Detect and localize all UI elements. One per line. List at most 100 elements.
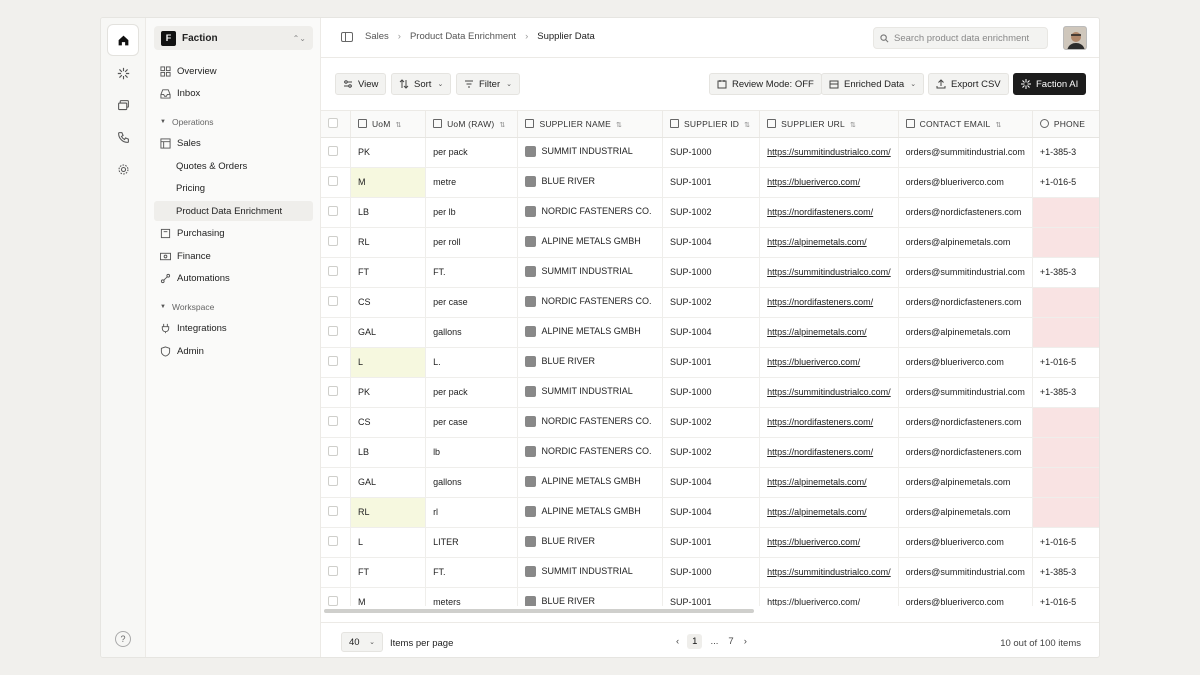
supplier-id-cell[interactable]: SUP-1000 (662, 137, 761, 168)
supplier-id-cell[interactable]: SUP-1000 (662, 557, 761, 588)
sidebar-item-finance[interactable]: Finance (154, 246, 313, 266)
supplier-id-cell[interactable]: SUP-1001 (662, 347, 761, 378)
supplier-name-cell[interactable]: BLUE RIVER (517, 167, 664, 198)
uom-raw-cell[interactable]: LITER (425, 527, 519, 558)
contact-email-cell[interactable]: orders@alpinemetals.com (898, 227, 1033, 258)
table-row[interactable]: PK per pack SUMMIT INDUSTRIAL SUP-1000 https… (321, 137, 1099, 168)
contact-email-cell[interactable]: orders@summitindustrial.com (898, 137, 1033, 168)
supplier-name-cell[interactable]: NORDIC FASTENERS CO. (517, 287, 664, 318)
sidebar-item-automations[interactable]: Automations (154, 268, 313, 288)
uom-raw-cell[interactable]: gallons (425, 467, 519, 498)
phone-cell[interactable] (1032, 437, 1099, 468)
home-icon[interactable] (108, 25, 138, 55)
sidebar-item-admin[interactable]: Admin (154, 341, 313, 361)
supplier-id-cell[interactable]: SUP-1004 (662, 467, 761, 498)
supplier-url-cell[interactable]: https://nordifasteners.com/ (759, 437, 899, 468)
sidebar-item-overview[interactable]: Overview (154, 61, 313, 81)
sparkle-icon[interactable] (108, 58, 138, 88)
contact-email-cell[interactable]: orders@nordicfasteners.com (898, 287, 1033, 318)
row-checkbox[interactable] (328, 206, 338, 216)
avatar[interactable] (1063, 26, 1087, 50)
supplier-url-cell[interactable]: https://summitindustrialco.com/ (759, 257, 899, 288)
table-row[interactable]: Mmetre BLUE RIVER SUP-1001 https://bluerive… (321, 167, 1099, 198)
contact-email-cell[interactable]: orders@summitindustrial.com (898, 557, 1033, 588)
column-header[interactable]: SUPPLIER NAME ⇅ (517, 111, 664, 138)
sidebar-toggle-icon[interactable] (341, 31, 353, 42)
supplier-url-cell[interactable]: https://nordifasteners.com/ (759, 287, 899, 318)
phone-cell[interactable]: +1-385-3 (1032, 257, 1099, 288)
supplier-url-cell[interactable]: https://blueriverco.com/ (759, 587, 899, 606)
uom-cell[interactable]: LB (350, 437, 427, 468)
section-operations[interactable]: ▼ Operations (160, 117, 214, 127)
row-checkbox[interactable] (328, 386, 338, 396)
table-row[interactable]: CS per case NORDIC FASTENERS CO. SUP-1002 ht… (321, 407, 1099, 438)
supplier-name-cell[interactable]: ALPINE METALS GMBH (517, 497, 664, 528)
column-header[interactable]: CONTACT EMAIL ⇅ (898, 111, 1033, 138)
row-checkbox[interactable] (328, 446, 338, 456)
supplier-url-cell[interactable]: https://blueriverco.com/ (759, 167, 899, 198)
supplier-name-cell[interactable]: SUMMIT INDUSTRIAL (517, 377, 664, 408)
uom-raw-cell[interactable]: per case (425, 287, 519, 318)
column-header[interactable]: UoM (RAW) ⇅ (425, 111, 519, 138)
sidebar-item-sales[interactable]: Sales (154, 133, 313, 153)
supplier-url-link[interactable]: https://nordifasteners.com/ (767, 297, 873, 307)
supplier-name-cell[interactable]: BLUE RIVER (517, 347, 664, 378)
uom-cell[interactable]: M (350, 167, 427, 198)
contact-email-cell[interactable]: orders@blueriverco.com (898, 347, 1033, 378)
supplier-url-cell[interactable]: https://alpinemetals.com/ (759, 227, 899, 258)
phone-cell[interactable]: +1-385-3 (1032, 557, 1099, 588)
uom-cell[interactable]: LB (350, 197, 427, 228)
supplier-name-cell[interactable]: BLUE RIVER (517, 587, 664, 606)
uom-raw-cell[interactable]: gallons (425, 317, 519, 348)
supplier-url-link[interactable]: https://summitindustrialco.com/ (767, 387, 891, 397)
uom-raw-cell[interactable]: FT. (425, 557, 519, 588)
contact-email-cell[interactable]: orders@nordicfasteners.com (898, 197, 1033, 228)
column-header[interactable]: UoM ⇅ (350, 111, 427, 138)
page-1-button[interactable]: 1 (687, 634, 703, 649)
uom-raw-cell[interactable]: metre (425, 167, 519, 198)
supplier-url-link[interactable]: https://blueriverco.com/ (767, 537, 860, 547)
supplier-url-cell[interactable]: https://alpinemetals.com/ (759, 467, 899, 498)
supplier-id-cell[interactable]: SUP-1002 (662, 437, 761, 468)
uom-cell[interactable]: FT (350, 557, 427, 588)
sidebar-item-integrations[interactable]: Integrations (154, 318, 313, 338)
row-checkbox[interactable] (328, 176, 338, 186)
uom-cell[interactable]: FT (350, 257, 427, 288)
supplier-name-cell[interactable]: ALPINE METALS GMBH (517, 317, 664, 348)
phone-icon[interactable] (108, 122, 138, 152)
view-button[interactable]: View (335, 73, 387, 95)
phone-cell[interactable]: +1-016-5 (1032, 167, 1099, 198)
table-row[interactable]: L LITER BLUE RIVER SUP-1001 https://bluerive… (321, 527, 1099, 558)
table-row[interactable]: CS per case NORDIC FASTENERS CO. SUP-1002 ht… (321, 287, 1099, 318)
supplier-id-cell[interactable]: SUP-1004 (662, 317, 761, 348)
phone-cell[interactable]: +1-016-5 (1032, 347, 1099, 378)
phone-cell[interactable]: +1-385-3 (1032, 377, 1099, 408)
sidebar-item-quotes-orders[interactable]: Quotes & Orders (154, 156, 313, 176)
sidebar-item-inbox[interactable]: Inbox (154, 83, 313, 103)
sort-toggle-icon[interactable]: ⇅ (499, 122, 505, 129)
supplier-url-link[interactable]: https://alpinemetals.com/ (767, 327, 867, 337)
row-checkbox[interactable] (328, 236, 338, 246)
supplier-url-cell[interactable]: https://nordifasteners.com/ (759, 197, 899, 228)
supplier-name-cell[interactable]: NORDIC FASTENERS CO. (517, 407, 664, 438)
breadcrumb-item[interactable]: Product Data Enrichment (410, 31, 516, 42)
page-last-button[interactable]: 7 (728, 636, 733, 647)
supplier-name-cell[interactable]: SUMMIT INDUSTRIAL (517, 557, 664, 588)
supplier-url-link[interactable]: https://nordifasteners.com/ (767, 447, 873, 457)
table-row[interactable]: LB per lb NORDIC FASTENERS CO. SUP-1002 http… (321, 197, 1099, 228)
supplier-id-cell[interactable]: SUP-1001 (662, 587, 761, 606)
supplier-url-link[interactable]: https://alpinemetals.com/ (767, 507, 867, 517)
supplier-url-cell[interactable]: https://nordifasteners.com/ (759, 407, 899, 438)
select-all-checkbox[interactable] (328, 117, 338, 128)
supplier-url-link[interactable]: https://alpinemetals.com/ (767, 477, 867, 487)
uom-cell[interactable]: CS (350, 407, 427, 438)
uom-cell[interactable]: M (350, 587, 427, 606)
uom-raw-cell[interactable]: per pack (425, 377, 519, 408)
row-checkbox[interactable] (328, 506, 338, 516)
supplier-name-cell[interactable]: NORDIC FASTENERS CO. (517, 197, 664, 228)
contact-email-cell[interactable]: orders@blueriverco.com (898, 527, 1033, 558)
row-checkbox[interactable] (328, 476, 338, 486)
contact-email-cell[interactable]: orders@summitindustrial.com (898, 257, 1033, 288)
sort-button[interactable]: Sort ⌄ (391, 73, 452, 95)
supplier-url-cell[interactable]: https://summitindustrialco.com/ (759, 377, 899, 408)
